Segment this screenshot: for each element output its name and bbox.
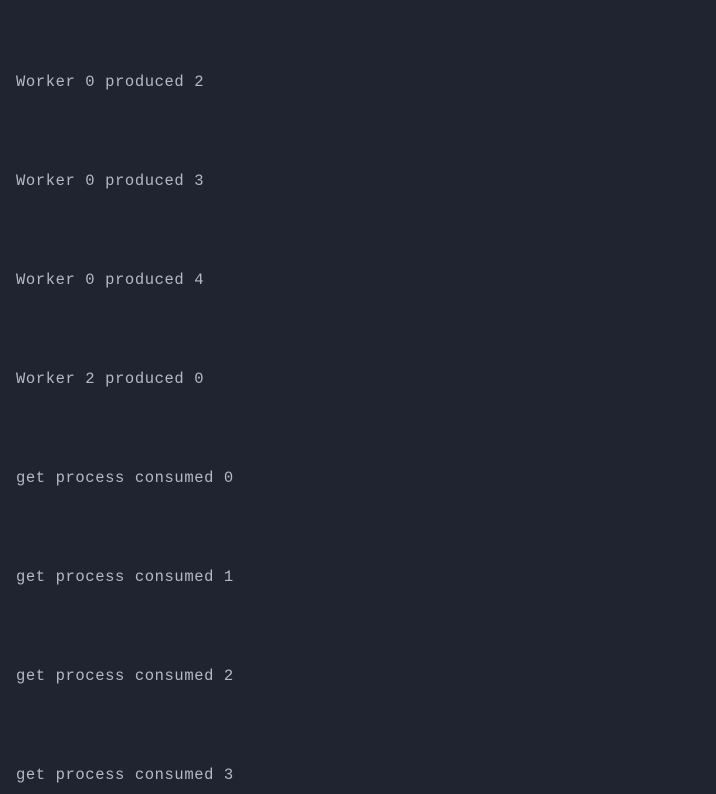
terminal-line: Worker 0 produced 3 <box>16 165 700 198</box>
terminal-line: Worker 0 produced 2 <box>16 66 700 99</box>
terminal-line: get process consumed 0 <box>16 462 700 495</box>
terminal-line: get process consumed 3 <box>16 759 700 792</box>
terminal-line: get process consumed 1 <box>16 561 700 594</box>
terminal-line: Worker 2 produced 0 <box>16 363 700 396</box>
terminal-line: get process consumed 2 <box>16 660 700 693</box>
terminal-line: Worker 0 produced 4 <box>16 264 700 297</box>
terminal-output[interactable]: Worker 0 produced 2 Worker 0 produced 3 … <box>0 0 716 794</box>
